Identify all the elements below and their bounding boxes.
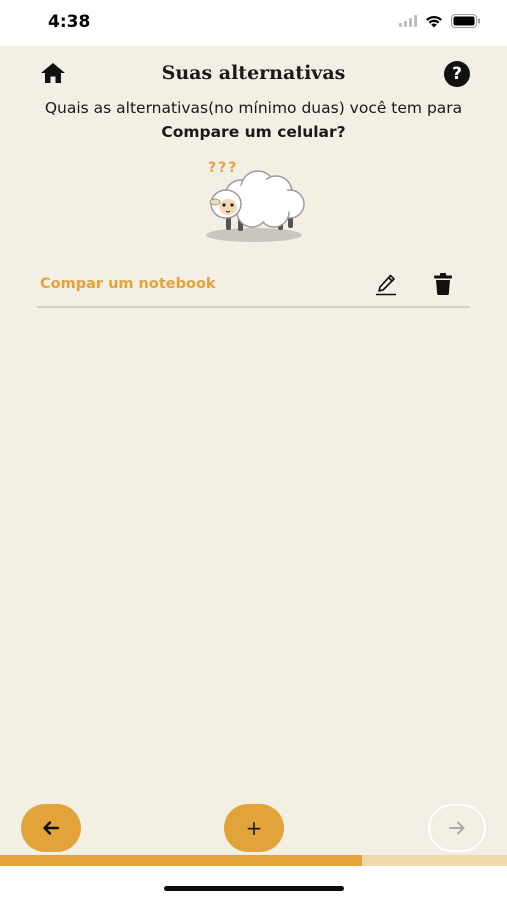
home-bar-area (0, 866, 507, 900)
alternative-label: Compar um notebook (40, 276, 216, 292)
status-bar: 4:38 (0, 0, 507, 46)
status-icons (399, 14, 481, 28)
home-indicator[interactable] (164, 886, 344, 891)
battery-icon (451, 14, 480, 28)
question-marks: ??? (208, 160, 238, 176)
confused-sheep-icon: ??? (206, 160, 305, 242)
arrow-left-icon (43, 821, 60, 835)
app-screen: Suas alternativas ? Quais as alternativa… (0, 46, 507, 855)
progress-fill (0, 855, 362, 866)
edit-button[interactable] (374, 272, 398, 296)
help-button[interactable]: ? (444, 61, 470, 87)
wifi-icon (426, 15, 442, 27)
back-button[interactable] (21, 804, 81, 852)
question-text: Quais as alternativas(no mínimo duas) vo… (30, 96, 477, 144)
add-alternative-button[interactable]: + (224, 804, 284, 852)
page-title: Suas alternativas (161, 62, 346, 84)
progress-bar (0, 855, 507, 866)
delete-button[interactable] (432, 272, 454, 296)
arrow-right-icon (449, 821, 465, 835)
next-button[interactable] (428, 804, 486, 852)
question-prefix: Quais as alternativas(no mínimo duas) vo… (44, 99, 463, 117)
question-subject: Compare um celular? (161, 123, 346, 141)
status-time: 4:38 (48, 12, 91, 32)
trash-icon (434, 273, 452, 295)
signal-icon (399, 15, 417, 27)
list-item[interactable]: Compar um notebook (37, 268, 470, 308)
pencil-icon (376, 274, 396, 296)
